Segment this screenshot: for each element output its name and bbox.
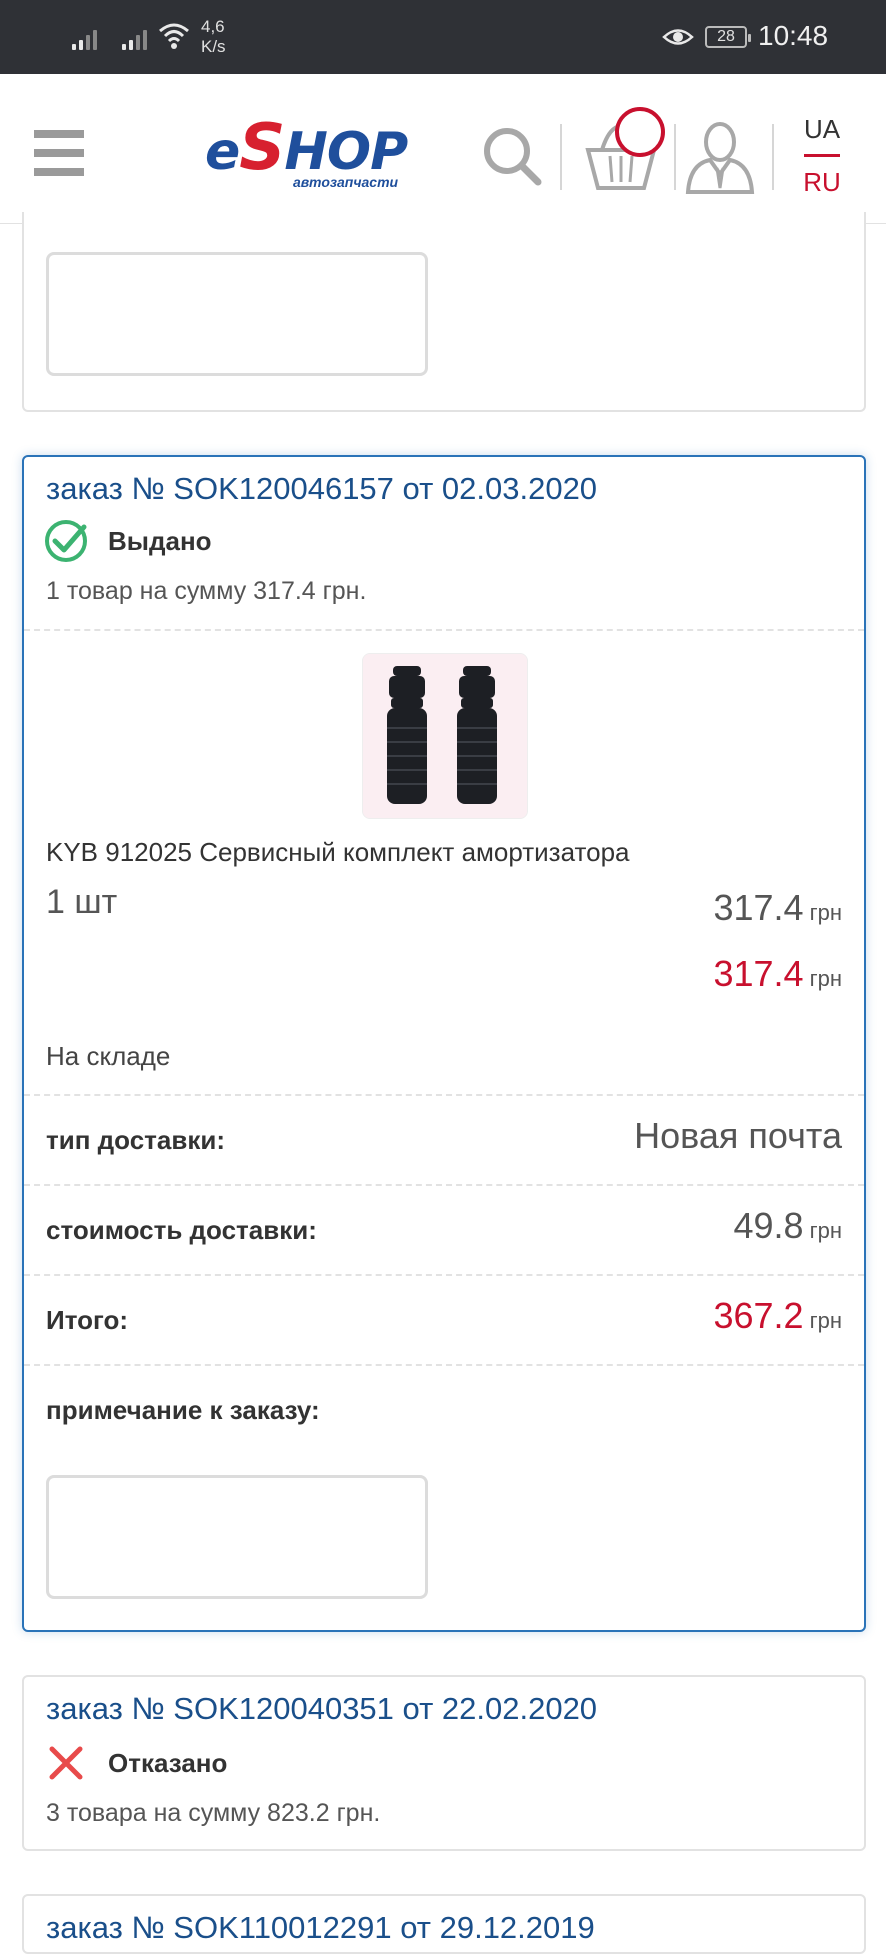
order-total-currency: грн [809, 1308, 842, 1333]
delivery-cost-currency: грн [809, 1218, 842, 1243]
order-total-amount: 367.2 [713, 1295, 804, 1336]
lang-ua[interactable]: UA [800, 114, 844, 144]
order-status: Выдано [44, 519, 212, 563]
header-divider [674, 124, 676, 190]
order-title[interactable]: заказ № SOK120046157 от 02.03.2020 [46, 471, 597, 507]
order-status-label: Отказано [108, 1747, 228, 1778]
order-card-previous [22, 212, 866, 412]
product-name[interactable]: KYB 912025 Сервисный комплект амортизато… [46, 837, 630, 868]
order-status-label: Выдано [108, 525, 212, 556]
price-value: 317.4 [713, 887, 804, 928]
search-icon[interactable] [480, 124, 544, 188]
divider [24, 1184, 864, 1186]
order-status: Отказано [44, 1741, 227, 1785]
logo-letter: S [239, 111, 285, 185]
cart-icon[interactable] [580, 106, 670, 196]
delivery-cost-value: 49.8 грн [734, 1205, 843, 1247]
divider [24, 629, 864, 631]
lang-ru[interactable]: RU [800, 167, 844, 197]
order-note-input[interactable] [46, 252, 428, 376]
product-photo [363, 654, 527, 818]
delivery-cost-amount: 49.8 [733, 1205, 804, 1246]
signal-icon [72, 26, 97, 50]
header-divider [560, 124, 562, 190]
lang-separator [804, 154, 840, 157]
language-switcher: UA RU [800, 114, 844, 197]
delivery-cost-label: стоимость доставки: [46, 1215, 317, 1245]
wifi-icon [159, 23, 189, 49]
check-circle-icon [45, 520, 87, 562]
cross-icon [49, 1746, 83, 1780]
divider [24, 1274, 864, 1276]
signal-2-icon [122, 26, 147, 50]
header-divider [772, 124, 774, 190]
product-price: 317.4 грн [713, 887, 842, 929]
order-note-input[interactable] [46, 1475, 428, 1599]
total-value: 317.4 [713, 953, 804, 994]
product-quantity: 1 шт [46, 883, 118, 921]
status-bar: 4,6 K/s 28 10:48 [0, 0, 886, 74]
delivery-type-value: Новая почта [634, 1115, 842, 1156]
menu-icon[interactable] [34, 130, 84, 176]
clock: 10:48 [758, 20, 829, 51]
order-title[interactable]: заказ № SOK120040351 от 22.02.2020 [46, 1691, 597, 1727]
logo-prefix: e [205, 122, 240, 182]
price-currency: грн [809, 900, 842, 925]
network-speed: 4,6 K/s [201, 17, 226, 56]
eye-comfort-icon [662, 29, 694, 45]
order-summary: 1 товар на сумму 317.4 грн. [46, 577, 367, 605]
order-total-label: Итого: [46, 1305, 128, 1335]
user-icon[interactable] [684, 118, 756, 194]
site-header: eSHOP автозапчасти UA RU [0, 74, 886, 224]
logo-subtitle: автозапчасти [293, 174, 399, 190]
product-total: 317.4 грн [713, 953, 842, 995]
logo-rest: HOP [284, 122, 408, 182]
order-card: заказ № SOK120046157 от 02.03.2020 Выдан… [22, 455, 866, 1632]
total-currency: грн [809, 966, 842, 991]
order-note-label: примечание к заказу: [46, 1395, 320, 1425]
order-total-value: 367.2 грн [713, 1295, 842, 1337]
product-image[interactable] [362, 653, 528, 819]
delivery-type-label: тип доставки: [46, 1125, 225, 1155]
divider [24, 1364, 864, 1366]
stock-status: На складе [46, 1041, 171, 1071]
order-title[interactable]: заказ № SOK110012291 от 29.12.2019 [46, 1910, 595, 1946]
order-summary: 3 товара на сумму 823.2 грн. [46, 1799, 381, 1827]
eshop-logo[interactable]: eSHOP автозапчасти [205, 116, 415, 190]
order-card: заказ № SOK110012291 от 29.12.2019 [22, 1894, 866, 1954]
divider [24, 1094, 864, 1096]
order-card: заказ № SOK120040351 от 22.02.2020 Отказ… [22, 1675, 866, 1851]
battery-indicator: 28 [705, 26, 751, 48]
